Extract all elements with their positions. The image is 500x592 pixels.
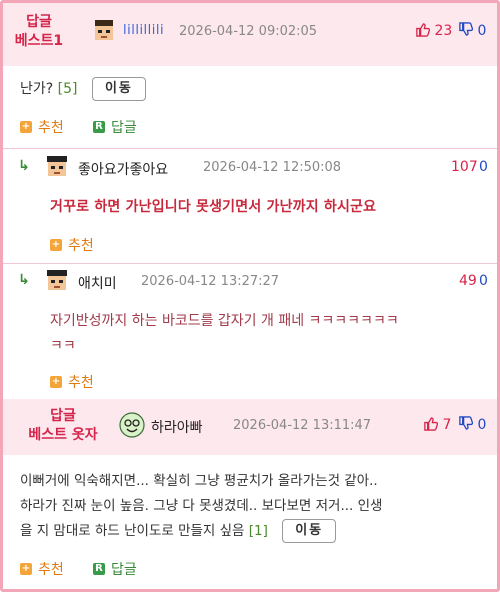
reply-count: [1] [248, 523, 268, 539]
comment-text-line: 하라가 진짜 눈이 높음. 그냥 다 못생겼데.. 보다보면 저거... 인생 [20, 498, 383, 514]
recommend-button[interactable]: + 추천 [50, 235, 94, 255]
comment-text-line: 을 지 맘대로 하드 난이도로 만들지 싶음 [1] 이동 [20, 519, 382, 544]
best-badge: 답글 베스트1 [13, 13, 65, 51]
comment-date: 2026-04-12 12:50:08 [203, 160, 342, 175]
author-nickname[interactable]: lillillili [123, 23, 164, 38]
author-nickname[interactable]: 애치미 [78, 273, 117, 293]
divider [3, 263, 497, 264]
comment-header: 답글 베스트 옷자 하라아빠 2026-04-12 13:11:47 7 0 [3, 399, 497, 455]
badge-line-1: 답글 [26, 14, 52, 30]
comment-date: 2026-04-12 13:27:27 [141, 274, 280, 289]
author-nickname[interactable]: 좋아요가좋아요 [78, 159, 168, 179]
downvote-count[interactable]: 0 [479, 273, 488, 289]
comment-text: 을 지 맘대로 하드 난이도로 만들지 싶음 [20, 523, 245, 539]
reply-count: [5] [57, 81, 78, 97]
upvote-count[interactable]: 107 [451, 159, 478, 175]
comment-date: 2026-04-12 13:11:47 [233, 418, 372, 433]
comment-list: 답글 베스트1 lillillili 2026-04-12 09:02:05 2… [0, 0, 500, 592]
comment-date: 2026-04-12 09:02:05 [179, 24, 318, 39]
reply-label: 답글 [111, 562, 137, 578]
downvote-count: 0 [477, 417, 487, 433]
reply-arrow-icon: ↳ [18, 158, 30, 174]
reply-button[interactable]: R 답글 [93, 559, 137, 579]
downvote-count[interactable]: 0 [479, 159, 488, 175]
upvote-button[interactable]: 7 [423, 416, 451, 433]
comment-body: 난가? [5] 이동 [20, 77, 146, 102]
comment-text: 자기반성까지 하는 바코드를 갑자기 개 패네 ㅋㅋㅋㅋㅋㅋㅋ ㅋㅋ [50, 309, 399, 359]
badge-line-2: 베스트1 [14, 33, 64, 49]
plus-icon: + [50, 376, 62, 388]
upvote-button[interactable]: 23 [415, 22, 452, 39]
thumbs-up-icon [424, 417, 438, 431]
recommend-button[interactable]: + 추천 [20, 559, 64, 579]
recommend-button[interactable]: + 추천 [50, 372, 94, 392]
recommend-label: 추천 [38, 562, 64, 578]
move-button[interactable]: 이동 [91, 77, 146, 101]
upvote-count: 7 [442, 417, 452, 433]
reply-arrow-icon: ↳ [18, 272, 30, 288]
thumbs-down-icon [459, 22, 473, 36]
pixel-face-icon[interactable] [91, 18, 117, 44]
pixel-face-icon[interactable] [44, 154, 70, 180]
reply-label: 답글 [111, 120, 137, 136]
smiling-face-icon[interactable] [119, 412, 145, 438]
comment-header: 답글 베스트1 lillillili 2026-04-12 09:02:05 2… [3, 3, 497, 66]
plus-icon: + [20, 121, 32, 133]
comment-text: 거꾸로 하면 가난입니다 못생기면서 가난까지 하시군요 [50, 199, 377, 215]
best-badge: 답글 베스트 옷자 [17, 407, 109, 445]
thumbs-up-icon [416, 23, 430, 37]
pixel-face-icon[interactable] [44, 268, 70, 294]
reply-button[interactable]: R 답글 [93, 117, 137, 137]
upvote-count[interactable]: 49 [459, 273, 477, 289]
recommend-label: 추천 [38, 120, 64, 136]
recommend-button[interactable]: + 추천 [20, 117, 64, 137]
comment-text-line: 자기반성까지 하는 바코드를 갑자기 개 패네 ㅋㅋㅋㅋㅋㅋㅋ [50, 313, 399, 329]
downvote-button[interactable]: 0 [458, 22, 486, 39]
recommend-label: 추천 [68, 375, 94, 391]
comment-body: 이뻐거에 익숙해지면... 확실히 그냥 평균치가 올라가는것 같아.. 하라가… [20, 469, 382, 544]
badge-line-2: 베스트 옷자 [28, 427, 98, 443]
comment-text-line: ㅋㅋ [50, 338, 76, 354]
upvote-count: 23 [434, 23, 453, 39]
author-nickname[interactable]: 하라아빠 [151, 417, 203, 437]
badge-line-1: 답글 [50, 408, 76, 424]
downvote-button[interactable]: 0 [458, 416, 486, 433]
thumbs-down-icon [459, 416, 473, 430]
reply-r-icon: R [93, 121, 105, 133]
reply-r-icon: R [93, 563, 105, 575]
divider [3, 148, 497, 149]
comment-text-line: 이뻐거에 익숙해지면... 확실히 그냥 평균치가 올라가는것 같아.. [20, 473, 378, 489]
recommend-label: 추천 [68, 238, 94, 254]
comment-text: 난가? [20, 81, 54, 97]
downvote-count: 0 [477, 23, 487, 39]
plus-icon: + [20, 563, 32, 575]
plus-icon: + [50, 239, 62, 251]
move-button[interactable]: 이동 [282, 519, 337, 543]
